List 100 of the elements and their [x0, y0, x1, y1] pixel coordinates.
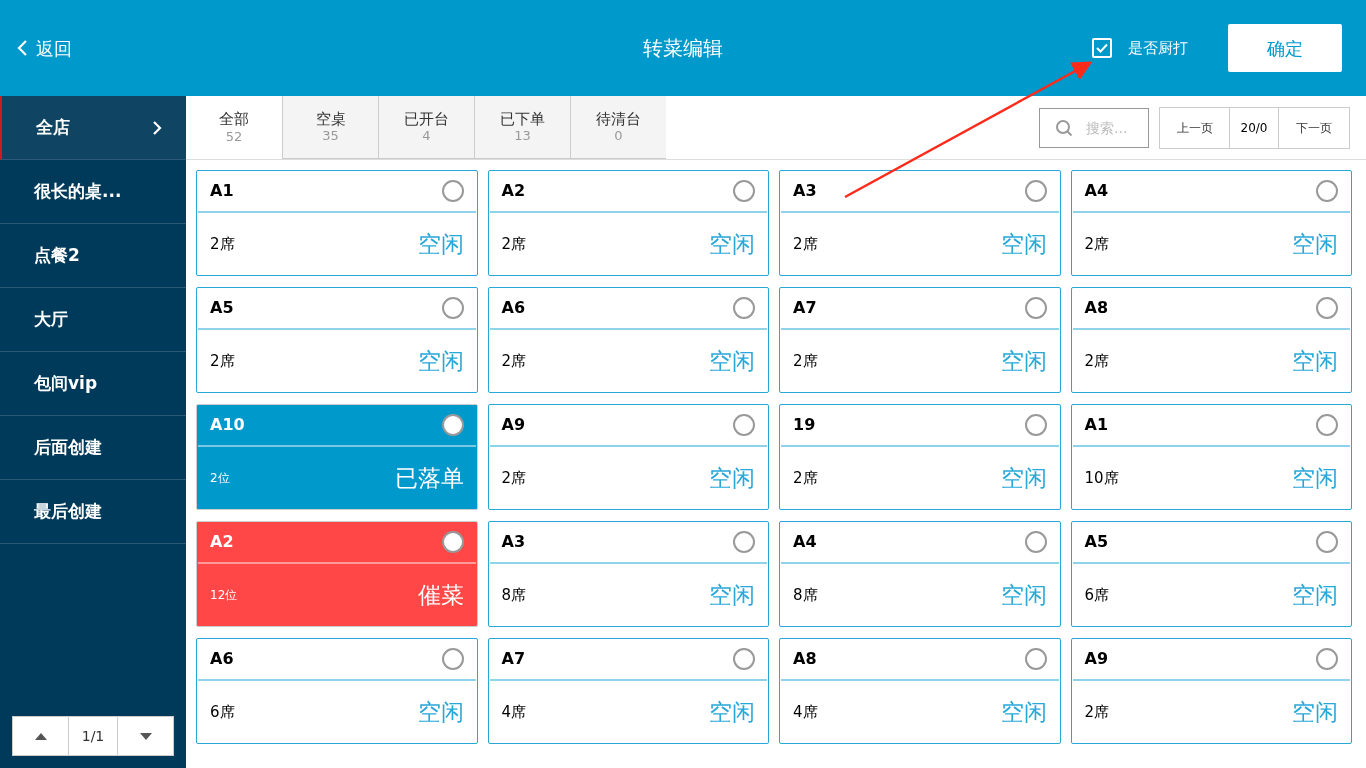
seat-count: 6席 — [210, 701, 235, 723]
seat-count: 2席 — [210, 233, 235, 255]
check-icon — [1096, 43, 1108, 53]
radio-button[interactable] — [441, 180, 464, 202]
chevron-right-icon — [152, 119, 162, 136]
prev-page-button[interactable]: 上一页 — [1160, 107, 1230, 148]
radio-button[interactable] — [733, 414, 755, 436]
radio-button[interactable] — [1316, 180, 1338, 202]
table-name: A9 — [501, 414, 525, 436]
sidebar-item[interactable]: 全店 — [0, 96, 186, 160]
table-name: A7 — [793, 297, 817, 319]
radio-button[interactable] — [1316, 648, 1338, 670]
table-name: A1 — [210, 180, 234, 202]
table-status: 空闲 — [1292, 463, 1338, 493]
table-status: 空闲 — [1000, 697, 1047, 727]
sidebar-item[interactable]: 后面创建 — [0, 416, 186, 480]
table-status: 空闲 — [1000, 580, 1047, 610]
seat-count: 4席 — [793, 701, 818, 723]
table-name: A5 — [210, 297, 234, 319]
seat-count: 2席 — [793, 467, 818, 489]
radio-button[interactable] — [733, 531, 755, 553]
table-card[interactable]: A6 6席 空闲 — [196, 638, 478, 744]
table-card[interactable]: A6 2席 空闲 — [487, 287, 769, 393]
table-status: 空闲 — [709, 697, 755, 727]
page-title: 转菜编辑 — [643, 35, 723, 62]
table-card[interactable]: A5 6席 空闲 — [1070, 521, 1352, 627]
radio-button[interactable] — [1024, 180, 1047, 202]
table-status: 空闲 — [1292, 580, 1338, 610]
radio-button[interactable] — [1316, 531, 1338, 553]
seat-count: 2席 — [210, 350, 235, 372]
table-name: A8 — [1084, 297, 1108, 319]
table-card[interactable]: A2 2席 空闲 — [487, 170, 769, 276]
radio-button[interactable] — [733, 297, 755, 319]
table-card[interactable]: A8 2席 空闲 — [1070, 287, 1352, 393]
sidebar-item[interactable]: 点餐2 — [0, 224, 186, 288]
seat-count: 6席 — [1084, 584, 1110, 606]
filter-tab[interactable]: 已开台 4 — [378, 96, 474, 159]
radio-button[interactable] — [1024, 648, 1047, 670]
table-card[interactable]: A7 4席 空闲 — [487, 638, 769, 744]
table-card[interactable]: A9 2席 空闲 — [1070, 638, 1352, 744]
table-status: 空闲 — [417, 697, 464, 727]
table-status: 空闲 — [1000, 229, 1047, 259]
table-card[interactable]: A5 2席 空闲 — [196, 287, 478, 393]
table-card[interactable]: A8 4席 空闲 — [779, 638, 1061, 744]
seat-count: 2席 — [501, 350, 527, 372]
filter-tab[interactable]: 空桌 35 — [282, 96, 378, 159]
table-status: 空闲 — [709, 580, 755, 610]
sidebar-item[interactable]: 最后创建 — [0, 480, 186, 544]
sidebar-item[interactable]: 很长的桌... — [0, 160, 186, 224]
radio-button[interactable] — [1316, 414, 1338, 436]
search-field[interactable]: 搜索... — [1039, 107, 1149, 148]
table-status: 空闲 — [1000, 463, 1047, 493]
table-card[interactable]: A1 10席 空闲 — [1070, 404, 1352, 510]
table-card[interactable]: A3 2席 空闲 — [779, 170, 1061, 276]
table-name: A5 — [1084, 531, 1108, 553]
seat-count: 8席 — [793, 584, 818, 606]
table-name: A6 — [210, 648, 234, 670]
page-indicator: 20/0 — [1230, 107, 1279, 148]
table-status: 空闲 — [1292, 229, 1338, 259]
sidebar-item[interactable]: 大厅 — [0, 288, 186, 352]
radio-button[interactable] — [1024, 414, 1047, 436]
triangle-down-icon — [139, 732, 152, 740]
table-status: 空闲 — [1292, 346, 1338, 376]
table-name: A8 — [793, 648, 817, 670]
radio-button[interactable] — [441, 648, 464, 670]
seat-count: 2席 — [501, 233, 527, 255]
table-name: A6 — [501, 297, 525, 319]
checkbox[interactable] — [1092, 38, 1112, 58]
radio-button[interactable] — [441, 297, 464, 319]
radio-button[interactable] — [1024, 297, 1047, 319]
table-card[interactable]: 19 2席 空闲 — [779, 404, 1061, 510]
table-card[interactable]: A3 8席 空闲 — [487, 521, 769, 627]
table-card[interactable]: A1 2席 空闲 — [196, 170, 478, 276]
table-status: 空闲 — [709, 346, 755, 376]
table-card[interactable]: A4 8席 空闲 — [779, 521, 1061, 627]
next-page-button[interactable]: 下一页 — [1279, 107, 1349, 148]
triangle-up-icon — [34, 732, 47, 740]
page-indicator: 1/1 — [69, 717, 118, 755]
table-name: A3 — [793, 180, 817, 202]
table-card[interactable]: A7 2席 空闲 — [779, 287, 1061, 393]
table-card[interactable]: A4 2席 空闲 — [1070, 170, 1352, 276]
seat-count: 2席 — [501, 467, 527, 489]
filter-tab[interactable]: 待清台 0 — [570, 96, 666, 159]
search-icon — [1055, 118, 1073, 137]
table-card[interactable]: A9 2席 空闲 — [487, 404, 769, 510]
table-name: A2 — [210, 531, 234, 553]
radio-button[interactable] — [733, 648, 755, 670]
table-name: A4 — [793, 531, 817, 553]
table-status: 空闲 — [417, 346, 464, 376]
table-status: 空闲 — [709, 229, 755, 259]
radio-button[interactable] — [441, 531, 464, 553]
seat-count: 2位 — [210, 470, 230, 487]
radio-button[interactable] — [733, 180, 755, 202]
radio-button[interactable] — [441, 414, 464, 436]
seat-count: 4席 — [501, 701, 527, 723]
table-name: A7 — [501, 648, 525, 670]
radio-button[interactable] — [1024, 531, 1047, 553]
sidebar-item[interactable]: 包间vip — [0, 352, 186, 416]
radio-button[interactable] — [1316, 297, 1338, 319]
filter-tab[interactable]: 已下单 13 — [474, 96, 570, 159]
